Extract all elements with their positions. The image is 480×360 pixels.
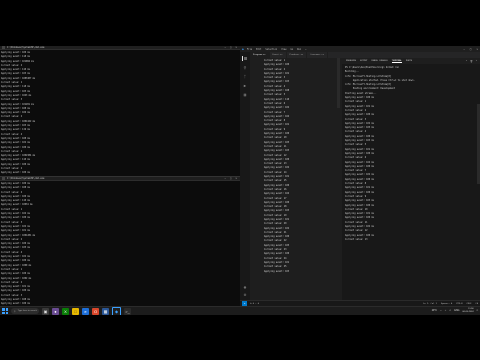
integrated-terminal[interactable]: PS C:\Users\dev\EventSourcing> dotnet ru… [342,64,480,300]
terminal-title: C:\Windows\System32\cmd.exe [7,177,45,180]
panel-tab[interactable]: DEBUG CONSOLE [372,60,388,62]
status-item[interactable]: Ln 1, Col 1 [423,303,437,305]
extensions-icon[interactable]: ▦ [242,92,248,97]
windows-start-icon[interactable] [2,308,8,314]
close-icon[interactable]: ✕ [235,46,237,49]
account-icon[interactable]: ☻ [242,285,248,290]
trash-icon[interactable]: 🗑 [470,60,473,63]
editor-pane[interactable]: Current value: 1 Applying event: 100 Curre… [250,58,340,300]
terminal-output[interactable]: Applying event: 100 ms Applying event: 10… [0,181,240,307]
status-item[interactable]: Spaces: 4 [441,303,452,305]
chevron-up-icon[interactable]: ⌃ [440,310,442,313]
volume-icon[interactable]: ♬ [449,310,451,312]
explorer-icon[interactable]: ☰ [241,56,249,61]
vscode-logo-icon: ◆ [242,47,244,51]
menu-item[interactable]: Go [291,48,294,51]
editor-scrollbar[interactable] [337,58,340,108]
terminal-taskbar-icon[interactable]: >_ [124,307,131,315]
panel-tab[interactable]: OUTPUT [360,60,368,62]
status-item[interactable]: C# [475,303,478,305]
menu-item[interactable]: View [281,48,286,51]
terminal-output[interactable]: PS C:\Users\dev\EventSourcing> dotnet ru… [342,64,480,244]
excel-icon[interactable]: X [62,307,69,315]
menu-item[interactable]: Edit [256,48,261,51]
panel-tab[interactable]: PROBLEMS [346,60,356,62]
output-line: Current value: 13 [345,237,368,241]
close-icon[interactable]: ✕ [235,177,237,180]
menu-item[interactable]: Selection [265,48,277,51]
letterbox-bottom [0,315,480,360]
add-terminal-icon[interactable]: + [466,60,467,63]
close-icon[interactable]: ✕ [476,48,478,51]
file-explorer-icon[interactable]: □ [72,307,79,315]
terminal-output[interactable]: Applying event: 100 ms Applying event: 11… [0,50,240,176]
menu-item[interactable]: … [305,48,306,51]
terminal-icon [2,46,5,49]
status-right: Ln 1, Col 1 Spaces: 4 UTF-8 CRLF C# [423,303,478,305]
panel-tab[interactable]: TERMINAL [391,60,402,63]
source-control-icon[interactable]: ᛉ [242,74,248,79]
terminal-title: C:\Windows\System32\cmd.exe [7,46,45,49]
office-icon[interactable]: O [92,307,99,315]
maximize-icon[interactable]: □ [230,46,232,49]
taskbar: ⚲ Type here to search ▣ ● X □ e O ▦ ◆ >_… [0,306,480,316]
menu-item[interactable]: Run [297,48,301,51]
vscode-window[interactable]: ◆ File Edit Selection View Go Run … – □ ✕ ☰ ⚲ … [240,46,480,306]
minimize-icon[interactable]: – [224,46,226,49]
teams-icon[interactable]: ● [52,307,59,315]
weather-text[interactable]: 29°C [432,310,437,312]
problems-status[interactable]: ⊗ 0 ⚠ 0 [250,303,259,305]
minimize-icon[interactable]: – [224,177,226,180]
search-placeholder: Type here to search [17,310,37,312]
close-icon[interactable]: ✕ [476,60,477,63]
maximize-icon[interactable]: □ [470,48,472,51]
terminal-window-top[interactable]: C:\Windows\System32\cmd.exe – □ ✕ Applyi… [0,46,240,176]
run-debug-icon[interactable]: ▶ [242,83,248,88]
status-item[interactable]: UTF-8 [456,303,462,305]
maximize-icon[interactable]: □ [230,177,232,180]
minimize-icon[interactable]: – [463,48,465,51]
taskbar-search[interactable]: ⚲ Type here to search [11,308,39,314]
terminal-window-bottom[interactable]: C:\Windows\System32\cmd.exe – □ ✕ Applyi… [0,176,240,307]
terminal-icon [2,177,5,180]
edge-icon[interactable]: e [82,307,89,315]
store-icon[interactable]: ▦ [102,307,109,315]
clock[interactable]: 11:56 06-05-2024 [462,308,473,314]
status-item[interactable]: CRLF [466,303,471,305]
letterbox-top [0,0,480,46]
editor-content[interactable]: Current value: 1 Applying event: 100 Curre… [250,58,340,274]
activity-bar: ☰ ⚲ ᛉ ▶ ▦ ☻ ⚙ [240,52,250,300]
clock-date: 06-05-2024 [462,311,474,313]
search-icon: ⚲ [14,310,16,313]
wifi-icon[interactable]: ≈ [445,310,446,312]
panel-tab[interactable]: PORTS [406,60,412,62]
task-view-icon[interactable]: ▣ [42,307,49,315]
menu-bar[interactable]: File Edit Selection View Go Run … [247,48,311,51]
gear-icon[interactable]: ⚙ [242,292,248,297]
output-line: Applying event: 103 [264,269,290,273]
menu-item[interactable]: File [247,48,252,51]
language-indicator[interactable]: ENG [454,310,459,312]
notification-icon[interactable]: □ [477,310,478,312]
search-icon[interactable]: ⚲ [242,65,248,70]
